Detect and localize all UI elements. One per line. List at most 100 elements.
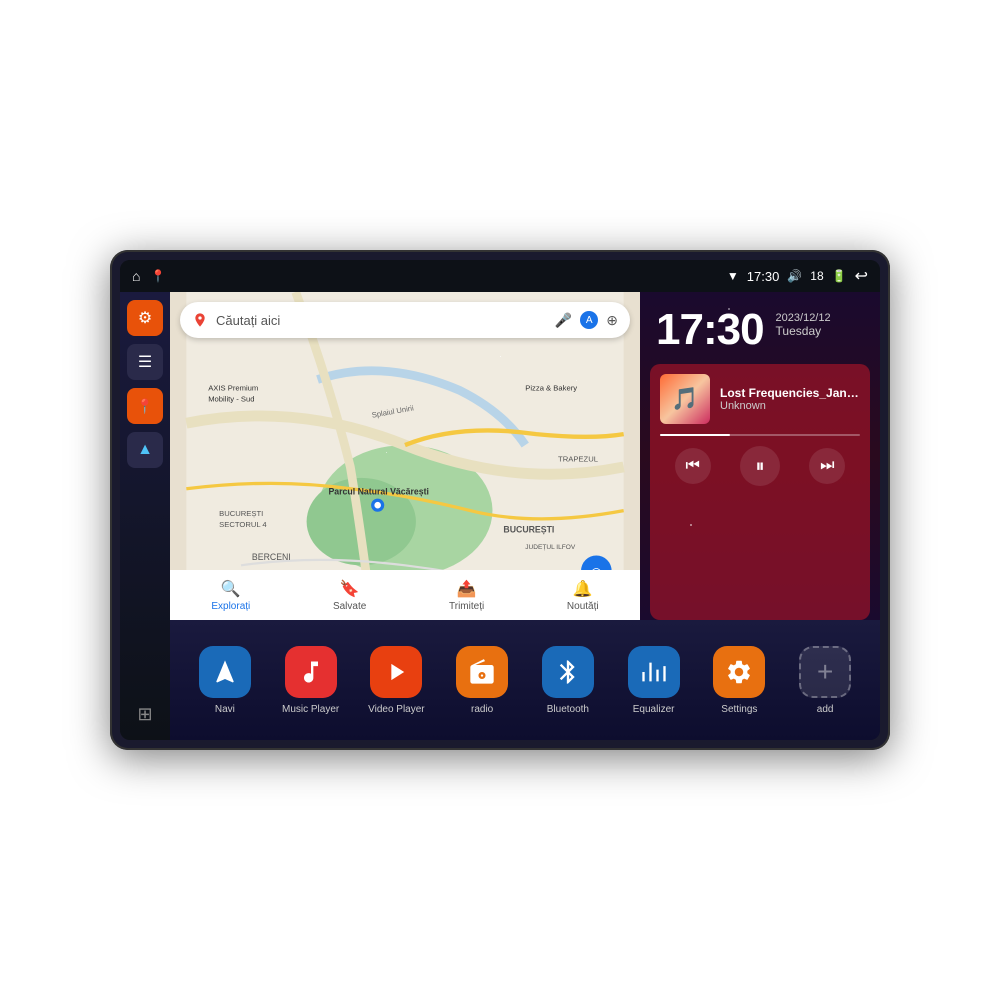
sidebar-btn-maps[interactable]: 📍 [127, 388, 163, 424]
mic-icon[interactable]: 🎤 [555, 312, 572, 329]
share-label: Trimiteți [449, 601, 484, 612]
music-prev-button[interactable]: ⏮ [675, 448, 711, 484]
music-progress-bar [660, 434, 860, 436]
top-section: Splaiul Unirii TRAPEZUL BUCUREȘTI JUDEȚU… [170, 292, 880, 620]
map-search-placeholder[interactable]: Căutați aici [216, 313, 547, 328]
sidebar-btn-settings[interactable]: ⚙ [127, 300, 163, 336]
grid-icon: ⊞ [137, 704, 152, 725]
prev-icon: ⏮ [685, 457, 699, 475]
clock-widget: 17:30 2023/12/12 Tuesday [640, 292, 880, 364]
music-artist: Unknown [720, 400, 860, 412]
clock-date: 2023/12/12 Tuesday [776, 308, 831, 338]
svg-text:Pizza & Bakery: Pizza & Bakery [525, 383, 577, 392]
video-player-icon-bg [370, 646, 422, 698]
clock-time: 17:30 [656, 308, 764, 352]
nav-arrow-icon: ▲ [137, 441, 153, 459]
bluetooth-icon-bg [542, 646, 594, 698]
back-icon[interactable]: ↩ [855, 266, 868, 286]
explore-label: Explorați [211, 601, 250, 612]
news-icon: 🔔 [573, 579, 593, 599]
map-explore[interactable]: 🔍 Explorați [211, 579, 250, 612]
app-grid: Navi Music Player [170, 620, 880, 740]
device-screen: ⌂ 📍 ▼ 17:30 🔊 18 🔋 ↩ ⚙ ☰ [120, 260, 880, 740]
news-label: Noutăți [567, 601, 599, 612]
svg-text:Mobility - Sud: Mobility - Sud [208, 394, 254, 403]
share-icon: 📤 [457, 579, 477, 599]
car-head-unit: ⌂ 📍 ▼ 17:30 🔊 18 🔋 ↩ ⚙ ☰ [110, 250, 890, 750]
app-radio[interactable]: radio [443, 646, 521, 715]
next-icon: ⏭ [820, 457, 834, 475]
settings-icon: ⚙ [138, 308, 152, 328]
saved-label: Salvate [333, 601, 366, 612]
svg-text:BUCUREȘTI: BUCUREȘTI [219, 509, 263, 518]
music-player-icon-bg [285, 646, 337, 698]
equalizer-label: Equalizer [633, 704, 675, 715]
right-panel: 17:30 2023/12/12 Tuesday 🎵 [640, 292, 880, 620]
settings-label: Settings [721, 704, 757, 715]
app-video-player[interactable]: Video Player [358, 646, 436, 715]
map-search-bar[interactable]: Căutați aici 🎤 A ⊕ [180, 302, 630, 338]
svg-text:BERCENI: BERCENI [252, 552, 291, 562]
music-next-button[interactable]: ⏭ [809, 448, 845, 484]
svg-text:BUCUREȘTI: BUCUREȘTI [503, 525, 554, 535]
settings-icon-bg [713, 646, 765, 698]
app-music-player[interactable]: Music Player [272, 646, 350, 715]
add-label: add [817, 704, 834, 715]
navi-label: Navi [215, 704, 235, 715]
video-player-label: Video Player [368, 704, 425, 715]
battery-icon: 🔋 [832, 269, 847, 283]
sidebar-btn-nav[interactable]: ▲ [127, 432, 163, 468]
home-icon[interactable]: ⌂ [132, 268, 140, 284]
app-navi[interactable]: Navi [186, 646, 264, 715]
volume-icon: 🔊 [787, 269, 802, 283]
sidebar: ⚙ ☰ 📍 ▲ ⊞ [120, 292, 170, 740]
music-controls: ⏮ ⏸ ⏭ [660, 446, 860, 486]
music-text: Lost Frequencies_Janie... Unknown [720, 386, 860, 412]
app-bluetooth[interactable]: Bluetooth [529, 646, 607, 715]
account-icon[interactable]: A [580, 311, 598, 329]
map-bottom-bar: 🔍 Explorați 🔖 Salvate 📤 Trimiteți [170, 570, 640, 620]
status-time: 17:30 [747, 269, 780, 284]
content-area: Splaiul Unirii TRAPEZUL BUCUREȘTI JUDEȚU… [170, 292, 880, 740]
wifi-icon: ▼ [727, 269, 739, 283]
music-pause-button[interactable]: ⏸ [740, 446, 780, 486]
music-widget: 🎵 Lost Frequencies_Janie... Unknown [650, 364, 870, 620]
map-pin-icon: 📍 [136, 398, 153, 415]
status-right-icons: ▼ 17:30 🔊 18 🔋 ↩ [727, 266, 868, 286]
svg-text:Parcul Natural Văcărești: Parcul Natural Văcărești [328, 486, 429, 496]
radio-label: radio [471, 704, 493, 715]
clock-date-value: 2023/12/12 [776, 312, 831, 324]
navi-icon [199, 646, 251, 698]
map-saved[interactable]: 🔖 Salvate [333, 579, 366, 612]
pause-icon: ⏸ [755, 456, 764, 477]
map-share[interactable]: 📤 Trimiteți [449, 579, 484, 612]
add-icon-bg: + [799, 646, 851, 698]
sidebar-btn-files[interactable]: ☰ [127, 344, 163, 380]
svg-text:TRAPEZUL: TRAPEZUL [558, 454, 598, 463]
svg-text:JUDEȚUL ILFOV: JUDEȚUL ILFOV [525, 544, 576, 551]
map-container[interactable]: Splaiul Unirii TRAPEZUL BUCUREȘTI JUDEȚU… [170, 292, 640, 620]
location-icon[interactable]: 📍 [150, 269, 165, 283]
app-equalizer[interactable]: Equalizer [615, 646, 693, 715]
layers-icon[interactable]: ⊕ [606, 312, 618, 329]
music-info: 🎵 Lost Frequencies_Janie... Unknown [660, 374, 860, 424]
app-settings[interactable]: Settings [701, 646, 779, 715]
status-bar: ⌂ 📍 ▼ 17:30 🔊 18 🔋 ↩ [120, 260, 880, 292]
map-search-actions: 🎤 A ⊕ [555, 311, 618, 329]
sidebar-btn-grid[interactable]: ⊞ [127, 696, 163, 732]
svg-text:AXIS Premium: AXIS Premium [208, 383, 258, 392]
svg-text:SECTORUL 4: SECTORUL 4 [219, 520, 267, 529]
music-player-label: Music Player [282, 704, 339, 715]
equalizer-icon-bg [628, 646, 680, 698]
radio-icon-bg [456, 646, 508, 698]
saved-icon: 🔖 [340, 579, 360, 599]
music-title: Lost Frequencies_Janie... [720, 386, 860, 400]
status-left-icons: ⌂ 📍 [132, 268, 165, 284]
clock-day-value: Tuesday [776, 324, 831, 338]
map-news[interactable]: 🔔 Noutăți [567, 579, 599, 612]
bluetooth-label: Bluetooth [547, 704, 589, 715]
app-add[interactable]: + add [786, 646, 864, 715]
music-progress-fill [660, 434, 730, 436]
explore-icon: 🔍 [221, 579, 241, 599]
files-icon: ☰ [138, 352, 152, 372]
